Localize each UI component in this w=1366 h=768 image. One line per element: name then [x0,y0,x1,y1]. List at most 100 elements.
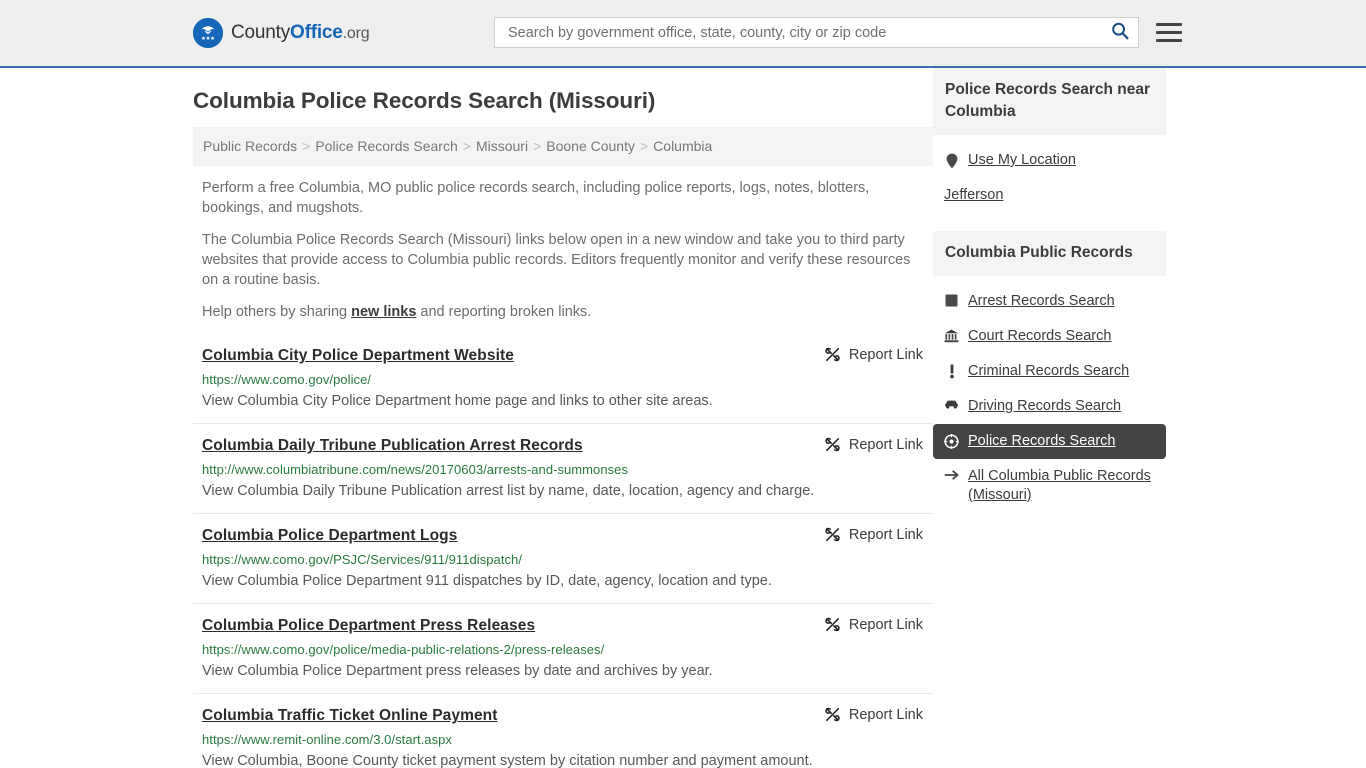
logo-text-org: .org [342,25,370,42]
sidebar-item-label: All Columbia Public Records (Missouri) [968,468,1151,503]
breadcrumb-item-missouri[interactable]: Missouri [476,138,528,154]
sidebar-records-heading: Columbia Public Records [933,231,1166,276]
broken-link-icon [824,706,841,723]
result-url: https://www.como.gov/police/media-public… [202,642,605,657]
sidebar-item-label: Police Records Search [968,433,1116,449]
breadcrumb-item-public-records[interactable]: Public Records [203,138,297,154]
result-description: View Columbia Daily Tribune Publication … [202,483,815,499]
intro-paragraph-2: The Columbia Police Records Search (Miss… [202,232,911,288]
broken-link-icon [824,526,841,543]
intro-p3-after: and reporting broken links. [416,304,592,320]
report-link-label: Report Link [848,436,923,453]
result-item: Columbia Daily Tribune Publication Arres… [193,423,933,513]
intro-text: Perform a free Columbia, MO public polic… [202,178,914,322]
result-url: https://www.remit-online.com/3.0/start.a… [202,732,452,747]
header-search-area [494,17,1182,48]
result-description: View Columbia Police Department press re… [202,663,713,679]
sidebar-item-court-records-search[interactable]: Court Records Search [933,319,1166,354]
sidebar-panel-nearby: Police Records Search near Columbia Use … [933,68,1166,213]
logo-text-office: Office [290,22,343,43]
result-title-link[interactable]: Columbia City Police Department Website [202,347,514,365]
result-item: Columbia Police Department Logs Report L… [193,513,933,603]
result-title-link[interactable]: Columbia Traffic Ticket Online Payment [202,707,498,725]
hamburger-menu-icon[interactable] [1156,23,1182,42]
use-my-location-button[interactable]: Use My Location [933,143,1166,178]
nearby-city-jefferson[interactable]: Jefferson [933,178,1166,213]
result-url: https://www.como.gov/police/ [202,372,372,387]
hamburger-bar-2 [1156,31,1182,34]
breadcrumb-item-columbia[interactable]: Columbia [653,138,712,154]
report-link-button[interactable]: Report Link [824,526,923,543]
results-list: Columbia City Police Department Website … [193,334,933,768]
police-badge-icon [944,434,959,449]
result-url: https://www.como.gov/PSJC/Services/911/9… [202,552,522,567]
result-title-link[interactable]: Columbia Police Department Press Release… [202,617,535,635]
car-icon [944,399,959,410]
report-link-label: Report Link [848,526,923,543]
main-content: Columbia Police Records Search (Missouri… [193,68,933,768]
sidebar-item-label: Driving Records Search [968,398,1122,414]
report-link-button[interactable]: Report Link [824,436,923,453]
intro-p3-before: Help others by sharing [202,304,352,320]
report-link-label: Report Link [848,706,923,723]
report-link-button[interactable]: Report Link [824,706,923,723]
logo-text-county: County [231,22,291,43]
arrow-right-icon [944,469,959,481]
sidebar-item-driving-records-search[interactable]: Driving Records Search [933,389,1166,424]
breadcrumb-separator: > [533,138,542,154]
result-description: View Columbia, Boone County ticket payme… [202,753,813,768]
result-description: View Columbia City Police Department hom… [202,393,713,409]
intro-paragraph-1: Perform a free Columbia, MO public polic… [202,180,870,216]
sidebar-item-arrest-records-search[interactable]: Arrest Records Search [933,284,1166,319]
new-links-link[interactable]: new links [351,304,416,320]
breadcrumb-separator: > [639,138,649,154]
breadcrumb-item-police-records-search[interactable]: Police Records Search [315,138,457,154]
sidebar: Police Records Search near Columbia Use … [933,68,1166,768]
search-input[interactable] [506,18,1108,47]
eagle-stars-seal-icon [193,18,223,48]
sidebar-records-list: Arrest Records Search Court Records Sear… [933,276,1166,513]
map-pin-icon [944,153,959,169]
site-header: CountyOffice.org [0,0,1366,68]
hamburger-bar-1 [1156,23,1182,26]
sidebar-panel-public-records: Columbia Public Records Arrest Records S… [933,231,1166,513]
page-body: Columbia Police Records Search (Missouri… [0,68,1366,768]
search-icon [1110,21,1130,44]
fingerprint-card-icon [944,294,959,307]
report-link-button[interactable]: Report Link [824,346,923,363]
search-box[interactable] [494,17,1139,48]
breadcrumb-item-boone-county[interactable]: Boone County [546,138,635,154]
sidebar-item-label: Arrest Records Search [968,293,1115,309]
result-url: http://www.columbiatribune.com/news/2017… [202,462,629,477]
broken-link-icon [824,436,841,453]
sidebar-item-police-records-search[interactable]: Police Records Search [933,424,1166,459]
result-item: Columbia City Police Department Website … [193,334,933,423]
broken-link-icon [824,616,841,633]
intro-paragraph-3: Help others by sharing new links and rep… [202,302,914,322]
report-link-label: Report Link [848,616,923,633]
broken-link-icon [824,346,841,363]
sidebar-nearby-heading: Police Records Search near Columbia [933,68,1166,135]
search-button[interactable] [1108,21,1132,44]
sidebar-item-all-public-records[interactable]: All Columbia Public Records (Missouri) [933,459,1166,513]
site-logo-text: CountyOffice.org [231,22,370,44]
result-item: Columbia Police Department Press Release… [193,603,933,693]
use-my-location-label: Use My Location [968,152,1076,168]
breadcrumb-separator: > [302,138,311,154]
result-title-link[interactable]: Columbia Daily Tribune Publication Arres… [202,437,583,455]
sidebar-nearby-list: Use My Location Jefferson [933,135,1166,213]
report-link-label: Report Link [848,346,923,363]
sidebar-item-criminal-records-search[interactable]: Criminal Records Search [933,354,1166,389]
exclamation-icon [944,364,959,379]
result-title-link[interactable]: Columbia Police Department Logs [202,527,457,545]
breadcrumb-separator: > [462,138,471,154]
report-link-button[interactable]: Report Link [824,616,923,633]
page-title: Columbia Police Records Search (Missouri… [193,88,656,113]
sidebar-item-label: Criminal Records Search [968,363,1130,379]
sidebar-item-label: Court Records Search [968,328,1112,344]
breadcrumb: Public Records > Police Records Search > Mis… [193,127,933,166]
site-logo[interactable]: CountyOffice.org [193,18,370,48]
courthouse-icon [944,329,959,343]
result-item: Columbia Traffic Ticket Online Payment R… [193,693,933,768]
hamburger-bar-3 [1156,39,1182,42]
